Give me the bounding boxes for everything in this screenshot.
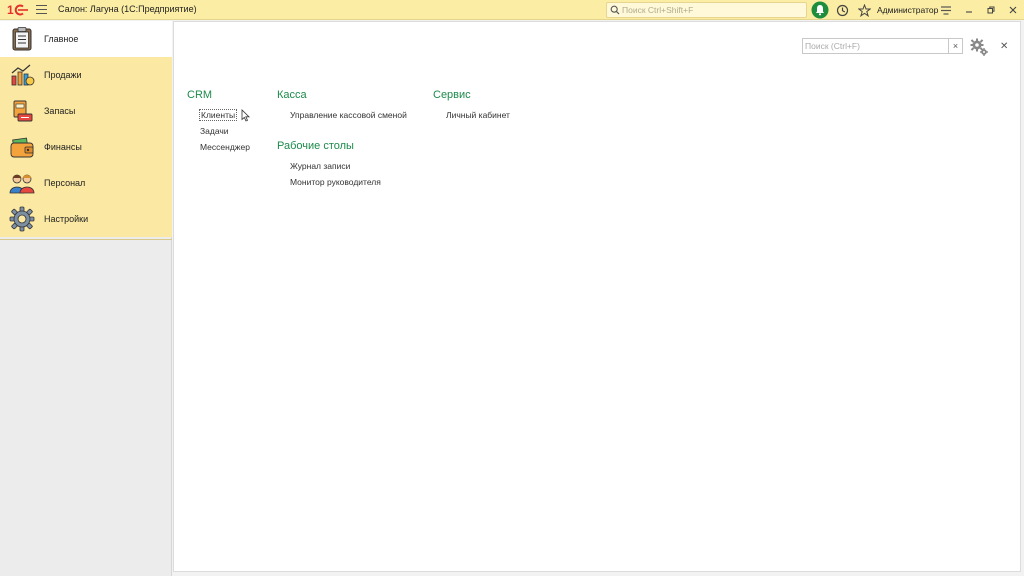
sidebar-item-inventory[interactable]: Запасы <box>0 93 172 129</box>
sidebar-item-label: Персонал <box>44 178 86 188</box>
title-bar: 1 Салон: Лагуна (1С:Предприятие) Админис… <box>0 0 1024 20</box>
sidebar-item-label: Запасы <box>44 106 76 116</box>
sidebar-item-label: Финансы <box>44 142 82 152</box>
clipboard-icon <box>12 27 32 51</box>
minimize-icon[interactable] <box>961 2 977 18</box>
global-search[interactable] <box>606 2 807 18</box>
section-title-crm: CRM <box>187 89 213 101</box>
sidebar-item-label: Продажи <box>44 70 82 80</box>
restore-icon[interactable] <box>983 2 999 18</box>
close-window-icon[interactable] <box>1005 2 1021 18</box>
sidebar-item-label: Настройки <box>44 214 89 224</box>
section-title-desktops: Рабочие столы <box>277 140 354 152</box>
function-search[interactable] <box>802 38 949 54</box>
history-icon[interactable] <box>834 2 850 18</box>
sidebar-item-sales[interactable]: Продажи <box>0 57 172 93</box>
section-title-kassa: Касса <box>277 89 307 101</box>
wallet-icon <box>10 137 34 158</box>
settings-menu-icon[interactable] <box>938 2 954 18</box>
link-manager-monitor[interactable]: Монитор руководителя <box>290 177 381 187</box>
sidebar-item-settings[interactable]: Настройки <box>0 201 172 237</box>
link-clients[interactable]: Клиенты <box>199 109 238 121</box>
window-title: Салон: Лагуна (1С:Предприятие) <box>58 4 197 14</box>
current-user[interactable]: Администратор <box>877 5 938 15</box>
sidebar-item-main[interactable]: Главное <box>0 21 172 57</box>
close-panel-icon[interactable]: ✕ <box>1000 41 1008 52</box>
section-title-service: Сервис <box>433 89 471 101</box>
sidebar-item-staff[interactable]: Персонал <box>0 165 172 201</box>
function-search-input[interactable] <box>805 40 945 52</box>
settings-gear-icon[interactable] <box>970 38 988 56</box>
notifications-bell-icon[interactable] <box>811 1 829 19</box>
mouse-cursor-icon <box>241 109 250 122</box>
link-messenger[interactable]: Мессенджер <box>200 142 250 152</box>
sidebar-item-label: Главное <box>44 34 79 44</box>
sections-panel: Главное Продажи Запасы Финансы Персонал … <box>0 21 172 576</box>
global-search-input[interactable] <box>622 4 802 16</box>
sales-chart-icon <box>11 64 35 86</box>
link-cash-shift[interactable]: Управление кассовой сменой <box>290 110 407 120</box>
main-content: × ✕ CRM Клиенты Задачи Мессенджер Касса … <box>173 21 1021 572</box>
staff-icon <box>9 174 35 194</box>
sidebar-item-finance[interactable]: Финансы <box>0 129 172 165</box>
1c-logo-icon[interactable]: 1 <box>7 3 29 17</box>
gear-icon <box>9 206 35 232</box>
inventory-icon <box>13 100 33 122</box>
sidebar-divider <box>0 239 172 240</box>
favorites-star-icon[interactable] <box>856 2 872 18</box>
main-menu-icon[interactable] <box>36 5 47 15</box>
search-icon <box>610 5 620 15</box>
link-tasks[interactable]: Задачи <box>200 126 229 136</box>
clear-search-button[interactable]: × <box>949 38 963 54</box>
svg-text:1: 1 <box>7 3 14 17</box>
link-personal-account[interactable]: Личный кабинет <box>446 110 510 120</box>
link-appointments-journal[interactable]: Журнал записи <box>290 161 350 171</box>
